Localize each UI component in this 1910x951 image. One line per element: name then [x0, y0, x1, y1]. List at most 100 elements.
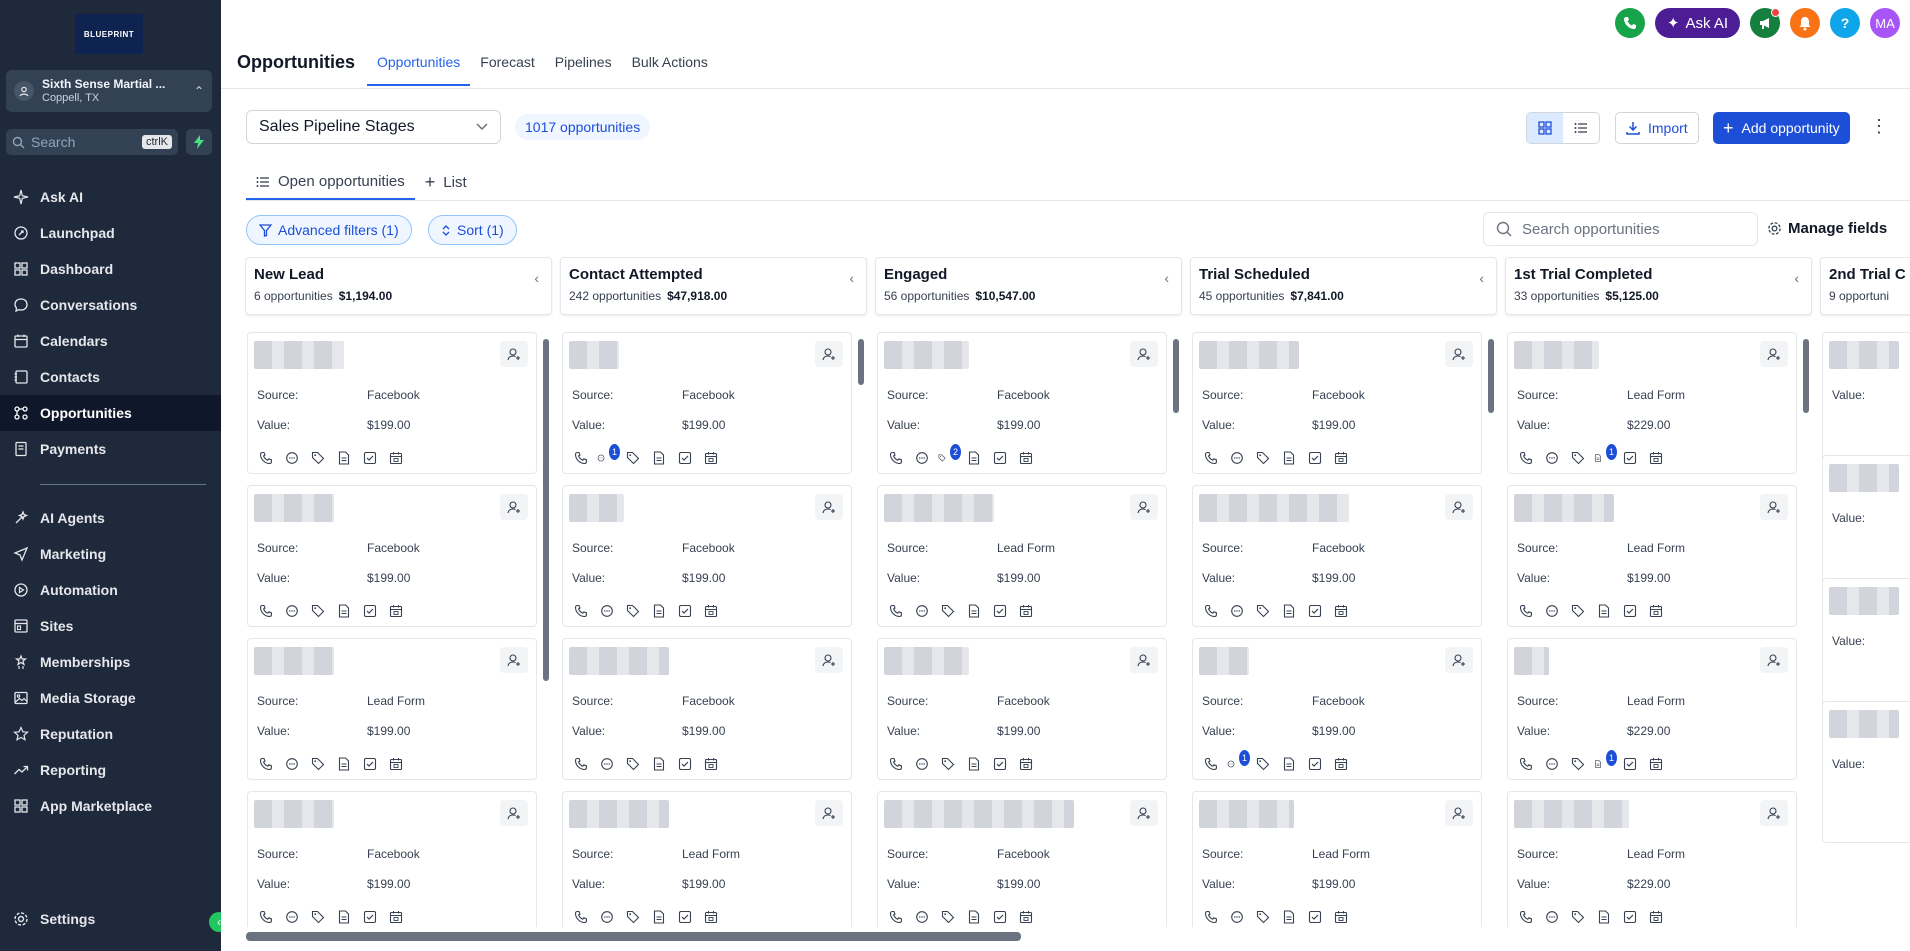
sidebar-item-contacts[interactable]: Contacts [0, 359, 221, 395]
appointment-icon[interactable] [701, 603, 720, 619]
phone-icon[interactable] [1201, 450, 1220, 466]
column-scrollbar-thumb[interactable] [1173, 339, 1179, 413]
sidebar-search[interactable]: Search ctrlK [6, 129, 178, 155]
sidebar-item-media-storage[interactable]: Media Storage [0, 680, 221, 716]
task-icon[interactable] [675, 909, 694, 925]
note-icon[interactable] [334, 756, 353, 772]
appointment-icon[interactable] [701, 756, 720, 772]
chat-icon[interactable] [1227, 603, 1246, 619]
column-scrollbar-thumb[interactable] [543, 339, 549, 681]
phone-icon[interactable] [1201, 909, 1220, 925]
phone-icon[interactable] [571, 909, 590, 925]
tag-icon[interactable] [1253, 909, 1272, 925]
chat-icon[interactable] [597, 603, 616, 619]
chat-icon[interactable] [912, 756, 931, 772]
note-icon[interactable] [1279, 756, 1298, 772]
appointment-icon[interactable] [1646, 603, 1665, 619]
appointment-icon[interactable] [1646, 756, 1665, 772]
note-icon[interactable] [649, 603, 668, 619]
note-icon[interactable]: 1 [1594, 750, 1617, 772]
opportunity-card[interactable]: Source: Lead Form Value: $229.00 1 [1507, 638, 1797, 780]
collapse-column-icon[interactable]: ‹ [1164, 270, 1169, 286]
assign-user-button[interactable] [1445, 800, 1473, 826]
task-icon[interactable] [1620, 756, 1639, 772]
assign-user-button[interactable] [1130, 800, 1158, 826]
opportunity-card[interactable]: Value: [1822, 701, 1910, 843]
note-icon[interactable] [1594, 909, 1613, 925]
search-opportunities-input[interactable]: Search opportunities [1483, 212, 1758, 246]
assign-user-button[interactable] [1130, 341, 1158, 367]
tag-icon[interactable] [1253, 756, 1272, 772]
tag-icon[interactable] [308, 909, 327, 925]
appointment-icon[interactable] [386, 756, 405, 772]
note-icon[interactable] [1279, 909, 1298, 925]
assign-user-button[interactable] [815, 647, 843, 673]
appointment-icon[interactable] [1016, 909, 1035, 925]
opportunity-card[interactable]: Source: Lead Form Value: $199.00 [562, 791, 852, 927]
chat-icon[interactable] [1542, 603, 1561, 619]
sidebar-item-calendars[interactable]: Calendars [0, 323, 221, 359]
tag-icon[interactable] [1568, 450, 1587, 466]
sidebar-item-ai-agents[interactable]: AI Agents [0, 500, 221, 536]
appointment-icon[interactable] [1646, 909, 1665, 925]
tag-icon[interactable] [308, 450, 327, 466]
chat-icon[interactable] [912, 909, 931, 925]
tag-icon[interactable] [1253, 603, 1272, 619]
pipeline-select[interactable]: Sales Pipeline Stages [246, 110, 501, 144]
quick-action-button[interactable] [186, 129, 212, 155]
column-scrollbar-thumb[interactable] [1803, 339, 1809, 413]
appointment-icon[interactable] [386, 450, 405, 466]
phone-icon[interactable] [571, 603, 590, 619]
tag-icon[interactable] [938, 756, 957, 772]
tag-icon[interactable] [938, 909, 957, 925]
chat-icon[interactable] [912, 450, 931, 466]
assign-user-button[interactable] [1760, 647, 1788, 673]
chat-icon[interactable] [597, 756, 616, 772]
opportunity-card[interactable]: Source: Facebook Value: $199.00 [877, 791, 1167, 927]
task-icon[interactable] [360, 450, 379, 466]
opportunity-card[interactable]: Value: [1822, 332, 1910, 474]
appointment-icon[interactable] [1331, 756, 1350, 772]
sidebar-item-launchpad[interactable]: Launchpad [0, 215, 221, 251]
chat-icon[interactable]: 1 [1227, 750, 1250, 772]
note-icon[interactable] [334, 450, 353, 466]
task-icon[interactable] [675, 450, 694, 466]
chat-icon[interactable] [1227, 450, 1246, 466]
note-icon[interactable] [334, 603, 353, 619]
phone-icon[interactable] [571, 450, 590, 466]
phone-icon[interactable] [1516, 603, 1535, 619]
phone-icon[interactable] [256, 603, 275, 619]
task-icon[interactable] [990, 909, 1009, 925]
tag-icon[interactable] [308, 756, 327, 772]
assign-user-button[interactable] [1445, 494, 1473, 520]
appointment-icon[interactable] [386, 603, 405, 619]
help-button[interactable]: ? [1830, 8, 1860, 38]
note-icon[interactable] [964, 756, 983, 772]
chat-icon[interactable] [282, 909, 301, 925]
company-logo[interactable]: BLUEPRINT [75, 14, 143, 54]
task-icon[interactable] [990, 756, 1009, 772]
appointment-icon[interactable] [1331, 603, 1350, 619]
note-icon[interactable] [964, 603, 983, 619]
assign-user-button[interactable] [1130, 647, 1158, 673]
sidebar-item-automation[interactable]: Automation [0, 572, 221, 608]
tag-icon[interactable] [623, 603, 642, 619]
phone-icon[interactable] [1516, 909, 1535, 925]
opportunity-card[interactable]: Source: Facebook Value: $199.00 [1192, 485, 1482, 627]
phone-icon[interactable] [1516, 756, 1535, 772]
chat-icon[interactable] [1542, 909, 1561, 925]
assign-user-button[interactable] [500, 341, 528, 367]
appointment-icon[interactable] [386, 909, 405, 925]
chat-icon[interactable] [1542, 756, 1561, 772]
phone-icon[interactable] [256, 909, 275, 925]
note-icon[interactable] [649, 909, 668, 925]
task-icon[interactable] [1620, 603, 1639, 619]
opportunity-card[interactable]: Source: Facebook Value: $199.00 2 [877, 332, 1167, 474]
collapse-column-icon[interactable]: ‹ [1794, 270, 1799, 286]
task-icon[interactable] [675, 756, 694, 772]
sidebar-item-opportunities[interactable]: Opportunities [0, 395, 221, 431]
sidebar-item-conversations[interactable]: Conversations [0, 287, 221, 323]
phone-icon[interactable] [886, 603, 905, 619]
announcements-button[interactable] [1750, 8, 1780, 38]
appointment-icon[interactable] [1646, 450, 1665, 466]
